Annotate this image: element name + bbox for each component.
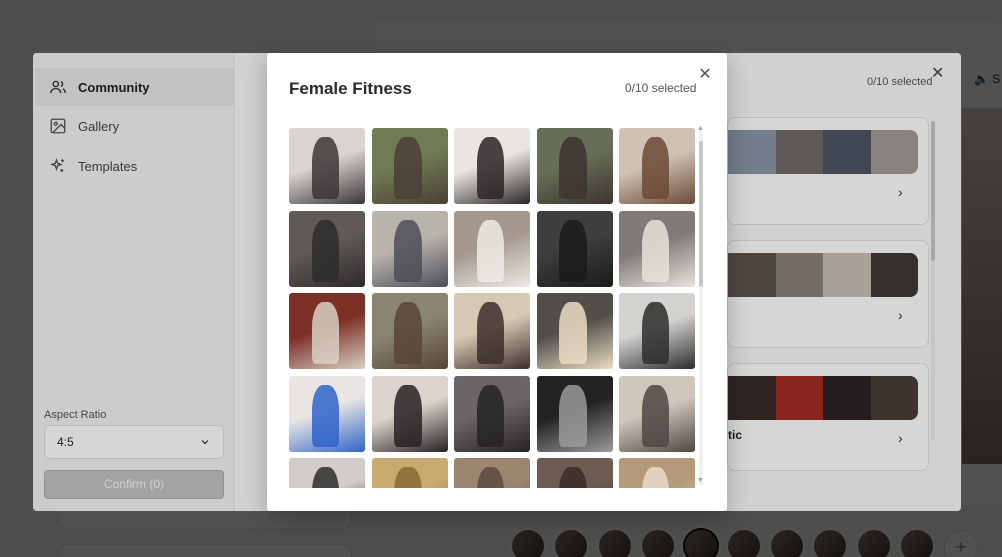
thumbnail-figure — [641, 302, 670, 365]
image-thumbnail[interactable] — [536, 210, 613, 287]
scroll-down-icon[interactable]: ▼ — [697, 477, 704, 484]
modal-title: Female Fitness — [289, 79, 412, 98]
thumbnail-figure — [311, 302, 340, 365]
thumbnail-figure — [641, 219, 670, 282]
image-thumbnail[interactable] — [454, 210, 530, 287]
image-thumbnail[interactable] — [371, 210, 448, 287]
pack-detail-modal: Female Fitness 0/10 selected ✕ ▲ ▼ — [267, 53, 727, 511]
image-grid — [289, 128, 699, 488]
thumbnail-figure — [394, 384, 422, 447]
thumbnail-figure — [559, 302, 587, 365]
thumbnail-figure — [641, 137, 670, 200]
image-thumbnail[interactable] — [619, 128, 695, 204]
thumbnail-figure — [559, 467, 587, 488]
image-thumbnail[interactable] — [289, 210, 365, 287]
image-thumbnail[interactable] — [536, 128, 613, 204]
image-thumbnail[interactable] — [536, 375, 613, 452]
image-thumbnail[interactable] — [619, 458, 695, 488]
thumbnail-figure — [394, 467, 422, 488]
image-thumbnail[interactable] — [454, 375, 530, 452]
image-thumbnail[interactable] — [371, 128, 448, 204]
thumbnail-figure — [311, 467, 340, 488]
thumbnail-figure — [476, 302, 505, 365]
thumbnail-figure — [311, 219, 340, 282]
image-thumbnail[interactable] — [371, 293, 448, 369]
thumbnail-figure — [476, 219, 505, 282]
thumbnail-figure — [641, 467, 670, 488]
thumbnail-figure — [559, 384, 587, 447]
image-thumbnail[interactable] — [619, 293, 695, 369]
image-thumbnail[interactable] — [536, 293, 613, 369]
image-thumbnail[interactable] — [454, 128, 530, 204]
image-thumbnail[interactable] — [289, 128, 365, 204]
image-thumbnail[interactable] — [536, 458, 613, 488]
selected-count: 0/10 selected — [625, 81, 697, 95]
thumbnail-figure — [394, 302, 422, 365]
thumbnail-figure — [559, 219, 587, 282]
thumbnail-figure — [311, 137, 340, 200]
thumbnail-figure — [394, 137, 422, 200]
image-thumbnail[interactable] — [454, 293, 530, 369]
scroll-up-icon[interactable]: ▲ — [697, 125, 704, 132]
thumbnail-figure — [559, 137, 587, 200]
grid-scroll-thumb[interactable] — [699, 141, 703, 287]
image-thumbnail[interactable] — [289, 375, 365, 452]
thumbnail-figure — [311, 384, 340, 447]
image-thumbnail[interactable] — [454, 458, 530, 488]
thumbnail-figure — [476, 137, 505, 200]
image-thumbnail[interactable] — [371, 375, 448, 452]
image-thumbnail[interactable] — [289, 458, 365, 488]
image-thumbnail[interactable] — [289, 293, 365, 369]
close-icon[interactable]: ✕ — [697, 67, 713, 83]
thumbnail-figure — [476, 384, 505, 447]
thumbnail-figure — [394, 219, 422, 282]
image-thumbnail[interactable] — [619, 210, 695, 287]
thumbnail-figure — [641, 384, 670, 447]
image-thumbnail[interactable] — [371, 458, 448, 488]
thumbnail-figure — [476, 467, 505, 488]
image-thumbnail[interactable] — [619, 375, 695, 452]
